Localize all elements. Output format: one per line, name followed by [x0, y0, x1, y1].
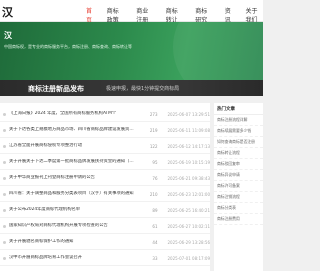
article-row[interactable]: 关于开展关于下达二季度第一批商标品牌发展扶持资金的通知（2022-2035年） 9…	[0, 155, 210, 170]
article-row[interactable]: 关于开展驰名商标保护工作的通知 44 2025-06-29 13:28:56	[0, 235, 210, 250]
article-date: 2025-06-19 10:15:19	[167, 159, 210, 165]
article-title[interactable]: 《上海日报》2024 年度，全国所有商标服务机构ATM个	[9, 111, 134, 116]
article-views: 122	[149, 143, 158, 149]
article-row[interactable]: 关于下达各类上规模地方商品市场、四川省商标品牌建设发展资金申报的通知（20*） 2…	[0, 123, 210, 138]
article-title[interactable]: 关于公布2024年度商标代理机构名单	[9, 207, 134, 212]
article-title[interactable]: 关于开展关于下达二季度第一批商标品牌发展扶持资金的通知（2022-2035年）	[9, 159, 134, 164]
article-list: 《上海日报》2024 年度，全国所有商标服务机构ATM个 273 2025-06-0…	[0, 103, 210, 271]
article-date: 2025-06-23 12:01:00	[167, 191, 210, 197]
article-row[interactable]: 《上海日报》2024 年度，全国所有商标服务机构ATM个 273 2025-06-0…	[0, 107, 210, 122]
article-views: 273	[149, 111, 158, 117]
sidebar-item[interactable]: 商标续展需要多少钱	[214, 126, 263, 137]
article-views: 210	[149, 191, 158, 197]
article-date: 2025-06-27 10:02:11	[167, 223, 210, 229]
article-views: 89	[152, 207, 158, 213]
article-row[interactable]: 江苏省全面开展商标侵权专项整治行动 122 2025-06-12 14:17:13	[0, 139, 210, 154]
article-views: 219	[149, 127, 158, 133]
sidebar-item[interactable]: 商标驳回复审	[214, 159, 263, 170]
article-views: 76	[152, 175, 158, 181]
article-title[interactable]: 国家知识产权局对商标代理机构开展专项检查的公告	[9, 223, 134, 228]
article-date: 2025-07-01 08:17:09	[167, 255, 210, 261]
article-date: 2025-06-21 09:38:43	[167, 175, 210, 181]
bullet-icon	[3, 112, 6, 116]
hero-title: 汉	[4, 31, 12, 40]
article-title[interactable]: 关于开展驰名商标保护工作的通知	[9, 239, 134, 244]
article-views: 33	[152, 255, 158, 261]
site-logo[interactable]: 汉	[2, 4, 13, 20]
article-date: 2025-06-25 16:40:21	[167, 207, 210, 213]
bullet-icon	[3, 224, 6, 228]
sidebar-item[interactable]: 商标注册费用	[214, 214, 263, 225]
article-views: 44	[152, 239, 158, 245]
bullet-icon	[3, 240, 6, 244]
sidebar-list: 商标注册流程详解 商标续展需要多少钱 如何查询商标是否注册 商标转让流程 商标驳回复审商…	[214, 115, 263, 225]
article-row[interactable]: 四川省：关于调整商品和服务分类表项目（汉字）有关事项的通知 210 2025-06-…	[0, 187, 210, 202]
article-date: 2025-06-12 14:17:13	[167, 143, 210, 149]
sidebar-item[interactable]: 商标转让流程	[214, 148, 263, 159]
article-row[interactable]: 关于中华商业报刊上刊登商标注册申请的公告 76 2025-06-21 09:38:4…	[0, 171, 210, 186]
article-row[interactable]: 汉中市开展商标品牌培育工作会议召开 33 2025-07-01 08:17:09	[0, 251, 210, 266]
hero-section: 汉 中国商标权，是专业的商标服务平台，商标注册、商标查询、商标转让等	[0, 22, 263, 80]
sidebar: 热门文章 商标注册流程详解 商标续展需要多少钱 如何查询商标是否注册 商标转让流程 商标…	[214, 103, 263, 271]
sidebar-heading: 热门文章	[214, 103, 263, 115]
article-row[interactable]: 国家知识产权局对商标代理机构开展专项检查的公告 61 2025-06-27 10:0…	[0, 219, 210, 234]
article-views: 95	[152, 159, 158, 165]
banner-sub-text: 极速申报，最快1分钟提交商标局	[106, 86, 180, 92]
bullet-icon	[3, 160, 6, 164]
bullet-icon	[3, 256, 6, 260]
bullet-icon	[3, 208, 6, 212]
article-views: 61	[152, 223, 158, 229]
article-title[interactable]: 四川省：关于调整商品和服务分类表项目（汉字）有关事项的通知	[9, 191, 134, 196]
sidebar-item[interactable]: 如何查询商标是否注册	[214, 137, 263, 148]
bullet-icon	[3, 144, 6, 148]
article-title[interactable]: 关于中华商业报刊上刊登商标注册申请的公告	[9, 175, 134, 180]
banner-main-text: 商标注册新品发布	[28, 85, 84, 93]
article-date: 2025-06-07 13:29:51	[167, 111, 210, 117]
article-title[interactable]: 关于下达各类上规模地方商品市场、四川省商标品牌建设发展资金申报的通知（20*）	[9, 127, 134, 132]
sidebar-item[interactable]: 商标异议申请	[214, 170, 263, 181]
article-title[interactable]: 江苏省全面开展商标侵权专项整治行动	[9, 143, 134, 148]
top-bar: 汉 首页 商标政策 商业注册 商标转让 商标研究 资讯 关于我们	[0, 0, 263, 24]
sidebar-item[interactable]: 商标许可备案	[214, 181, 263, 192]
sidebar-item[interactable]: 商标分类表	[214, 203, 263, 214]
article-date: 2025-06-11 11:09:08	[167, 127, 210, 133]
article-row[interactable]: 关于公布2024年度商标代理机构名单 89 2025-06-25 16:40:21	[0, 203, 210, 218]
bullet-icon	[3, 128, 6, 132]
sidebar-item[interactable]: 商标注册流程详解	[214, 115, 263, 126]
article-title[interactable]: 汉中市开展商标品牌培育工作会议召开	[9, 255, 134, 260]
article-date: 2025-06-29 13:28:56	[167, 239, 210, 245]
promo-banner[interactable]: 商标注册新品发布 极速申报，最快1分钟提交商标局	[0, 80, 263, 96]
sidebar-item[interactable]: 商标注销流程	[214, 192, 263, 203]
bullet-icon	[3, 192, 6, 196]
bullet-icon	[3, 176, 6, 180]
hero-subtitle: 中国商标权，是专业的商标服务平台，商标注册、商标查询、商标转让等	[4, 44, 132, 49]
